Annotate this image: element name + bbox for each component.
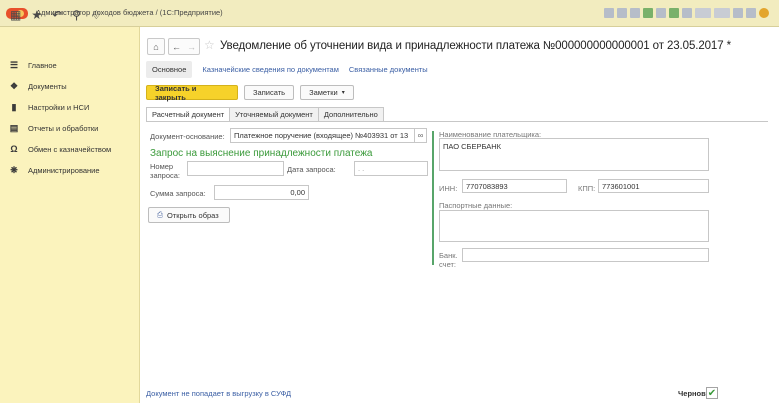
base-document-label: Документ-основание: (150, 132, 225, 141)
sidebar-item-settings[interactable]: ▮ Настройки и НСИ (8, 97, 138, 117)
sidebar-item-label: Документы (28, 81, 67, 91)
subtab-main[interactable]: Основное (146, 60, 193, 78)
forward-arrow-icon[interactable]: → (187, 42, 196, 52)
notes-dropdown-button[interactable]: Заметки ▾ (300, 85, 354, 100)
footer-note: Документ не попадает в выгрузку в СУФД (146, 389, 292, 398)
favorites-star-icon[interactable]: ★ (31, 8, 42, 22)
zoom-icon[interactable] (733, 8, 743, 18)
favorite-star-icon[interactable]: ☆ (204, 38, 215, 52)
document-icon: ❖ (9, 80, 19, 91)
open-link-icon[interactable]: ∞ (414, 128, 427, 143)
tab-refined-document[interactable]: Уточняемый документ (229, 107, 319, 121)
open-image-button[interactable]: ⎙ Открыть образ (148, 207, 230, 223)
notes-label: Заметки (309, 88, 338, 97)
request-sum-label: Сумма запроса: (150, 189, 206, 198)
sidebar-item-admin[interactable]: ❋ Администрирование (8, 160, 138, 180)
tab-payment-document[interactable]: Расчетный документ (146, 107, 231, 121)
passport-field[interactable] (439, 210, 709, 242)
sidebar-item-exchange[interactable]: Ω Обмен с казначейством (8, 139, 138, 159)
kpp-label: КПП: (578, 184, 596, 193)
chevron-down-icon: ▾ (341, 90, 345, 96)
sidebar-item-label: Обмен с казначейством (28, 144, 112, 154)
sidebar-item-label: Главное (28, 60, 57, 70)
checkmark-icon: ✔ (707, 387, 717, 399)
info-icon[interactable] (759, 8, 769, 18)
apps-grid-icon[interactable]: ▦ (10, 8, 21, 22)
document-subtabs: Основное Казначейские сведения по докуме… (146, 60, 428, 78)
inn-field[interactable]: 7707083893 (462, 179, 567, 193)
open-image-label: Открыть образ (167, 210, 219, 220)
memory-plus-icon[interactable] (714, 8, 730, 18)
home-icon: ⌂ (153, 41, 159, 52)
report-icon: ▤ (9, 122, 19, 133)
form-toolbar: Записать и закрыть Записать Заметки ▾ (146, 84, 354, 102)
history-icon[interactable]: ↶ (52, 8, 62, 22)
settings-icon: ▮ (11, 101, 17, 112)
home-button[interactable]: ⌂ (147, 38, 165, 55)
title-toolbar (604, 6, 769, 20)
form-tabs: Расчетный документ Уточняемый документ Д… (146, 107, 384, 121)
gear-icon: ❋ (10, 164, 18, 175)
request-section-title: Запрос на выяснение принадлежности плате… (150, 148, 373, 159)
back-arrow-icon[interactable]: ← (172, 42, 181, 52)
save-button[interactable]: Записать (244, 85, 295, 100)
request-sum-field[interactable]: 0,00 (214, 185, 309, 200)
grid-icon[interactable] (604, 8, 614, 18)
sidebar-quick-icons: ▦ ★ ↶ ⚲ ♢ (10, 8, 102, 22)
menu-lines-icon: ☰ (9, 59, 19, 70)
tab-divider (146, 121, 768, 122)
bell-icon[interactable]: ♢ (91, 8, 102, 22)
memory-buttons-icon[interactable] (695, 8, 711, 18)
bank-account-label: Банк. счет: (439, 251, 458, 269)
sidebar-item-label: Отчеты и обработки (28, 123, 99, 133)
sidebar-item-label: Администрирование (28, 165, 100, 175)
base-document-value: Платежное поручение (входящее) №403931 о… (234, 131, 409, 140)
request-number-field[interactable] (187, 161, 284, 176)
request-date-label: Дата запроса: (287, 165, 336, 174)
tab-additional[interactable]: Дополнительно (317, 107, 384, 121)
copy-icon[interactable] (656, 8, 666, 18)
navigation-bar: ⌂ ← → (147, 38, 200, 55)
draft-checkbox[interactable]: ✔ (706, 387, 718, 399)
exchange-icon: Ω (10, 144, 18, 154)
column-divider (432, 131, 434, 265)
request-date-field[interactable]: . . (354, 161, 428, 176)
calendar-icon[interactable] (630, 8, 640, 18)
bank-account-field[interactable] (462, 248, 709, 262)
subtab-linked-documents[interactable]: Связанные документы (349, 65, 428, 74)
request-number-label: Номер запроса: (150, 162, 181, 180)
printer-icon: ⎙ (157, 210, 163, 219)
print-icon[interactable] (617, 8, 627, 18)
history-nav-buttons[interactable]: ← → (168, 38, 200, 55)
sidebar-item-reports[interactable]: ▤ Отчеты и обработки (8, 118, 138, 138)
inn-label: ИНН: (439, 184, 458, 193)
subtab-treasury-info[interactable]: Казначейские сведения по документам (202, 65, 339, 74)
kpp-field[interactable]: 773601001 (598, 179, 709, 193)
calculator-icon[interactable] (682, 8, 692, 18)
table-icon[interactable] (669, 8, 679, 18)
sidebar-item-main[interactable]: ☰ Главное (8, 55, 138, 75)
passport-label: Паспортные данные: (439, 201, 513, 210)
base-document-field[interactable]: Платежное поручение (входящее) №403931 о… (230, 128, 415, 143)
save-and-close-button[interactable]: Записать и закрыть (146, 84, 238, 102)
search-icon[interactable]: ⚲ (72, 8, 81, 22)
payer-name-field[interactable]: ПАО СБЕРБАНК (439, 138, 709, 171)
page-title: Уведомление об уточнении вида и принадле… (220, 40, 731, 52)
window-icon[interactable] (746, 8, 756, 18)
sidebar-item-documents[interactable]: ❖ Документы (8, 76, 138, 96)
sidebar-item-label: Настройки и НСИ (28, 102, 90, 112)
save-icon[interactable] (643, 8, 653, 18)
